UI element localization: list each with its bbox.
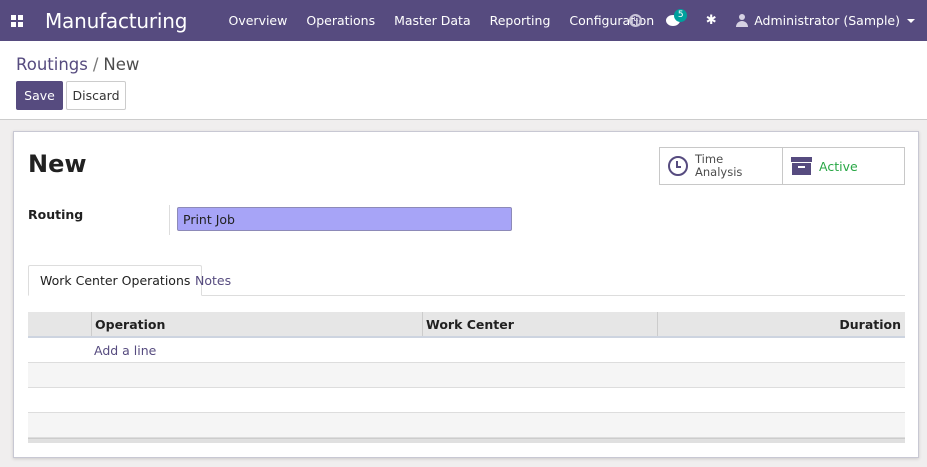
table-header: Operation Work Center Duration (28, 312, 905, 338)
top-navbar: Manufacturing Overview Operations Master… (0, 0, 927, 41)
activity-clock-icon[interactable] (616, 0, 654, 41)
time-analysis-button[interactable]: Time Analysis (660, 148, 782, 184)
control-panel: Routings / New Save Discard (0, 41, 927, 120)
table-footer (28, 438, 905, 443)
archive-icon (791, 157, 812, 175)
breadcrumb: Routings / New (16, 55, 139, 74)
menu-overview[interactable]: Overview (219, 0, 297, 41)
routing-label: Routing (28, 207, 84, 222)
main-menu: Overview Operations Master Data Reportin… (219, 0, 664, 41)
app-title[interactable]: Manufacturing (45, 9, 217, 33)
time-analysis-label: Time Analysis (695, 152, 743, 179)
user-menu[interactable]: Administrator (Sample) (730, 13, 927, 28)
active-toggle-button[interactable]: Active (782, 148, 904, 184)
systray: 5 ✱ Administrator (Sample) (616, 0, 927, 41)
table-row (28, 363, 905, 388)
notebook-tabs: Work Center Operations Notes (28, 265, 905, 296)
discard-button[interactable]: Discard (66, 81, 126, 110)
breadcrumb-current: New (103, 55, 140, 74)
table-row: Add a line (28, 338, 905, 363)
operations-table: Operation Work Center Duration Add a lin… (28, 312, 905, 443)
table-row (28, 413, 905, 438)
work-center-column-header[interactable]: Work Center (422, 312, 657, 336)
smart-button-box: Time Analysis Active (659, 147, 905, 185)
breadcrumb-routings[interactable]: Routings (16, 55, 88, 74)
menu-reporting[interactable]: Reporting (480, 0, 560, 41)
messages-count-badge: 5 (674, 9, 688, 22)
add-a-line-link[interactable]: Add a line (28, 338, 905, 363)
tab-work-center-operations[interactable]: Work Center Operations (28, 265, 203, 296)
breadcrumb-separator: / (92, 55, 99, 74)
operation-column-header[interactable]: Operation (91, 312, 422, 336)
messages-icon[interactable]: 5 (654, 0, 692, 41)
form-sheet: New Time Analysis Active Routing Print J… (13, 131, 919, 458)
clock-icon (668, 156, 688, 176)
routing-name-input[interactable]: Print Job (177, 207, 512, 231)
duration-column-header[interactable]: Duration (657, 312, 905, 336)
user-avatar-icon (736, 14, 749, 27)
table-row (28, 388, 905, 413)
handle-column-header (28, 312, 91, 336)
user-name: Administrator (Sample) (754, 13, 900, 28)
apps-menu-icon[interactable] (0, 0, 34, 41)
field-divider (169, 205, 170, 235)
menu-operations[interactable]: Operations (297, 0, 385, 41)
debug-bug-icon[interactable]: ✱ (692, 0, 730, 41)
menu-master-data[interactable]: Master Data (385, 0, 481, 41)
active-label: Active (819, 158, 858, 174)
record-title: New (28, 150, 87, 178)
caret-down-icon (907, 18, 915, 23)
tab-notes[interactable]: Notes (184, 265, 242, 296)
save-button[interactable]: Save (16, 81, 63, 110)
